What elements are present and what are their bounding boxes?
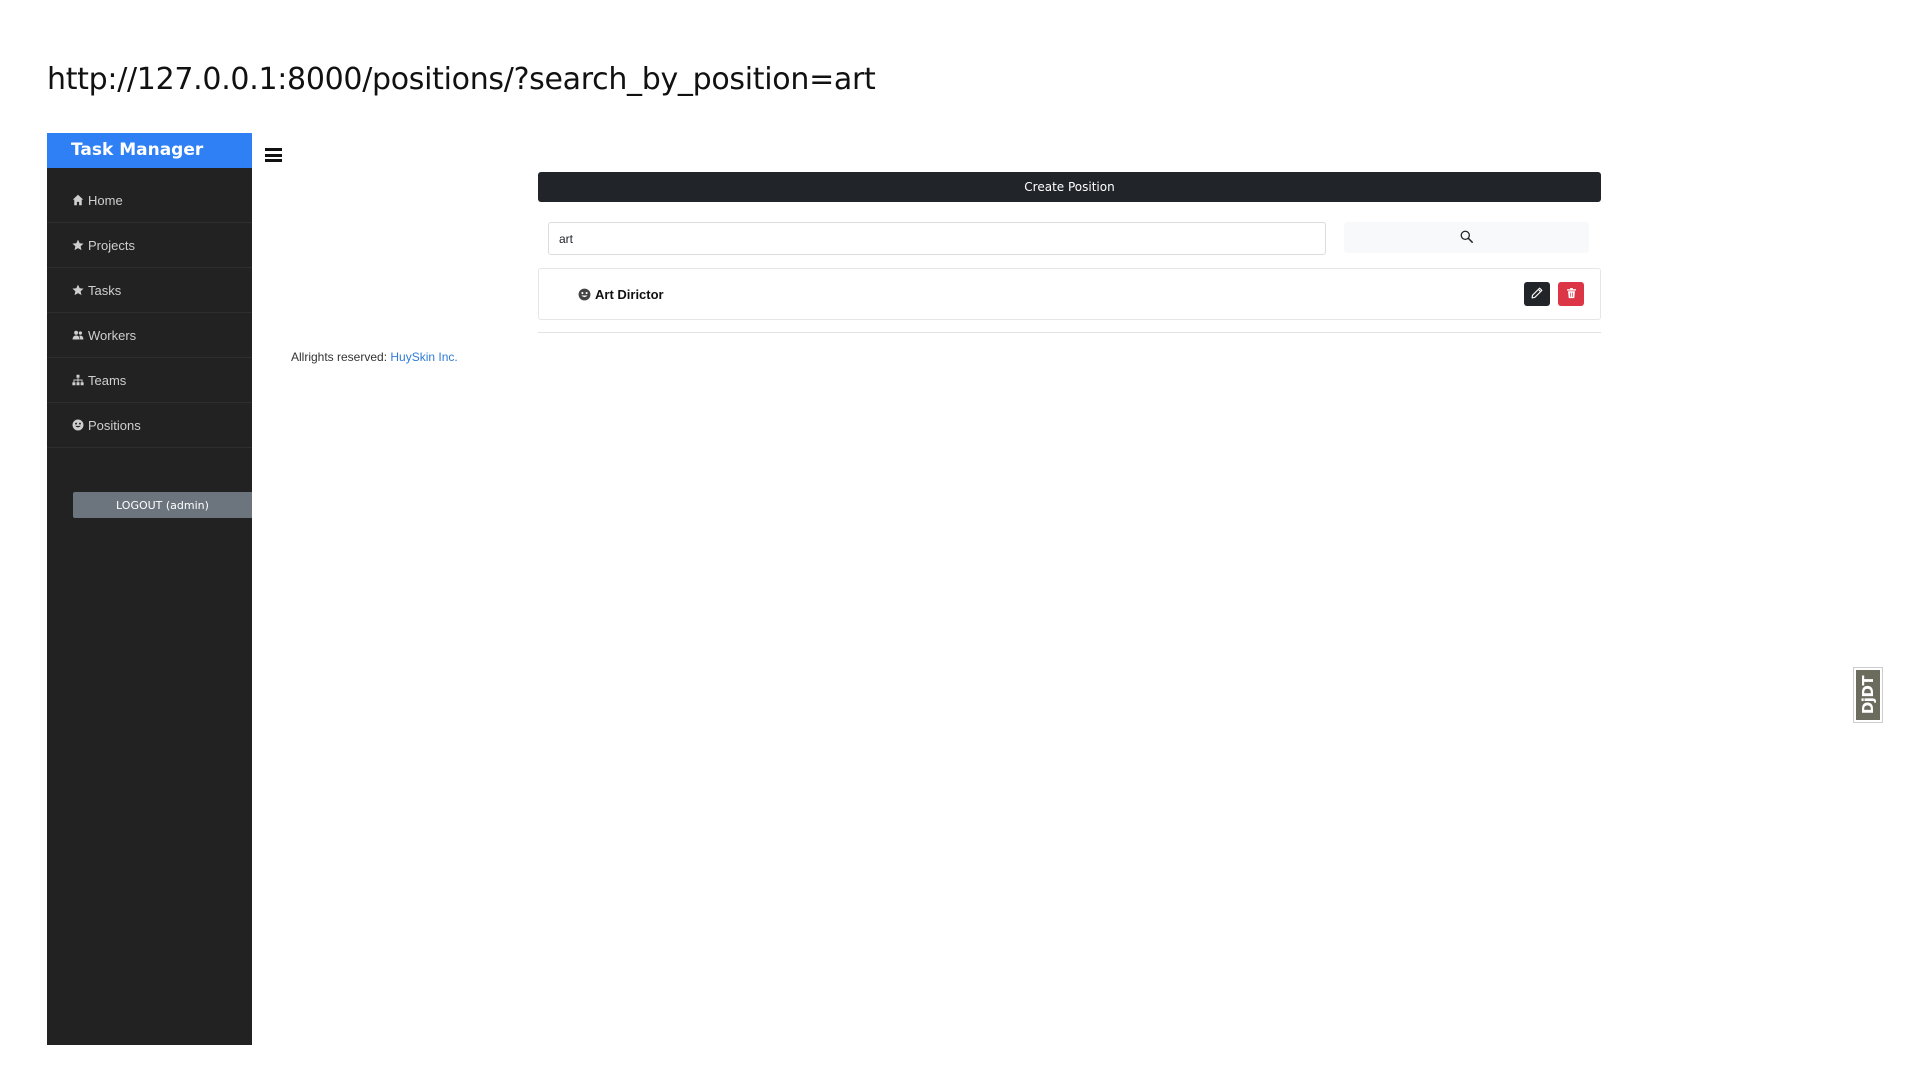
smile-icon [578,288,591,301]
search-icon [1460,230,1473,246]
debug-toolbar-logo: DjDT [1856,670,1880,720]
debug-toolbar-label: DjDT [1859,675,1877,715]
url-caption: http://127.0.0.1:8000/positions/?search_… [47,62,876,97]
sidebar-nav: Home Projects Tasks Workers Teams Positi… [47,178,252,448]
edit-button[interactable] [1524,282,1550,306]
sidebar-item-label: Positions [88,417,141,433]
trash-icon [1566,287,1577,302]
hamburger-icon[interactable] [265,148,282,162]
brand-title[interactable]: Task Manager [47,133,252,168]
sitemap-icon [71,374,84,387]
debug-toolbar-handle[interactable]: DjDT [1853,667,1883,723]
users-icon [71,329,84,342]
position-name-link[interactable]: Art Dirictor [595,287,664,302]
sidebar-item-label: Workers [88,327,137,343]
sidebar-item-projects[interactable]: Projects [47,223,252,268]
sidebar-item-home[interactable]: Home [47,178,252,223]
footer-link[interactable]: HuySkin Inc. [390,350,457,364]
create-position-button[interactable]: Create Position [538,172,1601,202]
list-item: Art Dirictor [539,269,1600,319]
smile-icon [71,419,84,432]
logout-button[interactable]: LOGOUT (admin) [73,492,252,518]
search-input[interactable] [548,222,1326,255]
star-icon [71,239,84,252]
sidebar-item-label: Home [88,192,123,208]
results-list: Art Dirictor [538,268,1601,320]
sidebar-item-positions[interactable]: Positions [47,403,252,448]
sidebar-item-teams[interactable]: Teams [47,358,252,403]
footer: Allrights reserved: HuySkin Inc. [291,350,458,364]
sidebar: Task Manager Home Projects Tasks Workers [47,133,252,1045]
star-icon [71,284,84,297]
sidebar-item-tasks[interactable]: Tasks [47,268,252,313]
delete-button[interactable] [1558,282,1584,306]
sidebar-item-label: Projects [88,237,135,253]
sidebar-item-workers[interactable]: Workers [47,313,252,358]
home-icon [71,194,84,207]
search-button[interactable] [1344,222,1589,253]
pencil-icon [1531,287,1543,302]
footer-text: Allrights reserved: [291,350,388,364]
divider [538,332,1601,333]
sidebar-item-label: Teams [88,372,127,388]
sidebar-item-label: Tasks [88,282,122,298]
